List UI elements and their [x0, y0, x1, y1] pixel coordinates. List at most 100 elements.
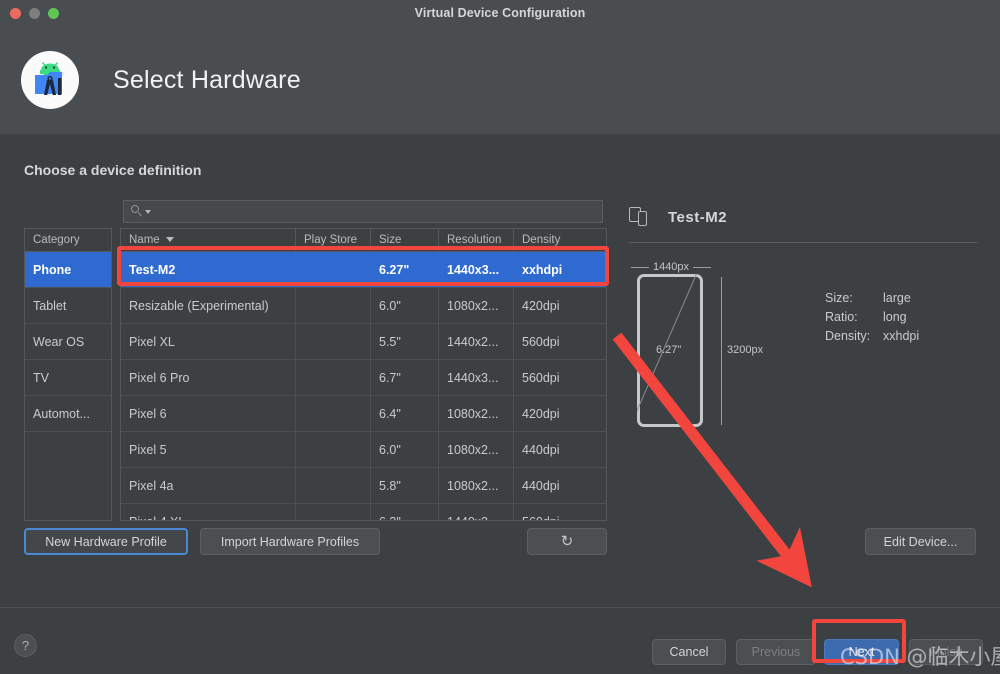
- maximize-button[interactable]: [48, 8, 59, 19]
- device-definition-table: Name Play Store Size Resolution Density …: [120, 228, 607, 521]
- close-button[interactable]: [10, 8, 21, 19]
- cell-resolution: 1440x2...: [439, 324, 514, 359]
- window-title: Virtual Device Configuration: [414, 6, 586, 20]
- category-row-wear-os[interactable]: Wear OS: [25, 324, 111, 360]
- virtual-device-configuration-window: Virtual Device Configuration Select Hard…: [0, 0, 1000, 674]
- spec-density-value: xxhdpi: [883, 329, 920, 343]
- cell-name: Test-M2: [121, 252, 296, 287]
- category-row-automotive[interactable]: Automot...: [25, 396, 111, 432]
- spec-size-key: Size:: [825, 291, 853, 305]
- width-label: 1440px: [652, 261, 690, 273]
- cell-size: 6.7": [371, 360, 439, 395]
- cell-density: 560dpi: [522, 371, 560, 385]
- search-input[interactable]: [151, 204, 602, 219]
- device-preview-pane: Test-M2 1440px 6.27" 3200px Size: large: [629, 202, 977, 497]
- wizard-header: Select Hardware: [0, 26, 1000, 134]
- cell-resolution: 1080x2...: [439, 432, 514, 467]
- device-phone-icon: [629, 207, 651, 227]
- finish-button[interactable]: Finish: [909, 639, 983, 665]
- cell-play-store: [296, 252, 371, 287]
- table-row[interactable]: Pixel 4a 5.8" 1080x2... 440dpi: [121, 468, 606, 504]
- previous-button[interactable]: Previous: [736, 639, 816, 665]
- preview-device-name: Test-M2: [668, 208, 728, 226]
- spec-ratio-key: Ratio:: [825, 310, 858, 324]
- spec-ratio: Ratio: long: [825, 308, 919, 327]
- height-dimension-line: [721, 277, 722, 425]
- cell-name: Pixel 4a: [121, 468, 296, 503]
- spec-density: Density: xxhdpi: [825, 327, 919, 346]
- cell-size: 6.3": [371, 504, 439, 520]
- cell-density: 420dpi: [522, 407, 560, 421]
- category-row-phone[interactable]: Phone: [25, 252, 111, 288]
- new-hardware-profile-button[interactable]: New Hardware Profile: [24, 528, 188, 555]
- preview-divider: [629, 242, 977, 243]
- spec-ratio-value: long: [883, 310, 907, 324]
- cell-size: 6.0": [371, 432, 439, 467]
- cell-resolution: 1080x2...: [439, 288, 514, 323]
- cell-density: 560dpi: [522, 335, 560, 349]
- category-column-header[interactable]: Category: [25, 229, 111, 252]
- cell-play-store: [296, 468, 371, 503]
- cell-name: Pixel XL: [121, 324, 296, 359]
- cell-play-store: [296, 360, 371, 395]
- cell-resolution: 1080x2...: [439, 468, 514, 503]
- cell-play-store: [296, 504, 371, 520]
- preview-header: Test-M2: [629, 202, 977, 232]
- cell-play-store: [296, 324, 371, 359]
- cell-density: 440dpi: [522, 443, 560, 457]
- table-row[interactable]: Pixel 6 Pro 6.7" 1440x3... 560dpi: [121, 360, 606, 396]
- column-label-name: Name: [129, 234, 160, 246]
- cancel-button[interactable]: Cancel: [652, 639, 726, 665]
- table-row[interactable]: Resizable (Experimental) 6.0" 1080x2... …: [121, 288, 606, 324]
- width-dimension: 1440px: [631, 261, 711, 273]
- cell-resolution: 1440x3...: [439, 504, 514, 520]
- column-header-play-store[interactable]: Play Store: [296, 229, 371, 251]
- table-row[interactable]: Pixel XL 5.5" 1440x2... 560dpi: [121, 324, 606, 360]
- spec-density-key: Density:: [825, 329, 871, 343]
- cell-name: Pixel 4 XL: [121, 504, 296, 520]
- cell-play-store: [296, 432, 371, 467]
- diagonal-label: 6.27": [656, 344, 682, 356]
- cell-play-store: [296, 396, 371, 431]
- next-button[interactable]: Next: [824, 639, 899, 665]
- spec-size: Size: large: [825, 289, 919, 308]
- cell-name: Pixel 6: [121, 396, 296, 431]
- table-row[interactable]: Pixel 6 6.4" 1080x2... 420dpi: [121, 396, 606, 432]
- help-button[interactable]: ?: [14, 634, 37, 657]
- cell-name: Resizable (Experimental): [121, 288, 296, 323]
- table-row[interactable]: Pixel 4 XL 6.3" 1440x3... 560dpi: [121, 504, 606, 520]
- search-icon: [131, 205, 144, 218]
- window-controls: [10, 8, 59, 19]
- table-row[interactable]: Pixel 5 6.0" 1080x2... 440dpi: [121, 432, 606, 468]
- question-mark-icon: ?: [21, 638, 30, 653]
- category-table: Category Phone Tablet Wear OS TV Automot…: [24, 228, 112, 521]
- device-spec-list: Size: large Ratio: long Density: xxhdpi: [825, 289, 919, 346]
- window-titlebar: Virtual Device Configuration: [0, 0, 1000, 26]
- cell-size: 6.27": [371, 252, 439, 287]
- column-header-resolution[interactable]: Resolution: [439, 229, 514, 251]
- category-row-tablet[interactable]: Tablet: [25, 288, 111, 324]
- page-title: Select Hardware: [113, 65, 301, 94]
- cell-density: xxhdpi: [522, 263, 563, 277]
- android-studio-avd-icon: [21, 51, 79, 109]
- search-box[interactable]: [123, 200, 603, 223]
- column-header-size[interactable]: Size: [371, 229, 439, 251]
- cell-size: 6.0": [371, 288, 439, 323]
- refresh-icon: ↻: [560, 533, 574, 550]
- minimize-button[interactable]: [29, 8, 40, 19]
- refresh-button[interactable]: ↻: [527, 528, 607, 555]
- category-row-tv[interactable]: TV: [25, 360, 111, 396]
- cell-play-store: [296, 288, 371, 323]
- cell-density: 420dpi: [522, 299, 560, 313]
- table-row[interactable]: Test-M2 6.27" 1440x3... xxhdpi: [121, 252, 606, 288]
- preview-diagram: 1440px 6.27" 3200px Size: large Ratio: l…: [629, 257, 977, 497]
- spec-size-value: large: [883, 291, 911, 305]
- cell-name: Pixel 6 Pro: [121, 360, 296, 395]
- cell-resolution: 1440x3...: [439, 360, 514, 395]
- column-header-name[interactable]: Name: [121, 229, 296, 251]
- cell-size: 5.8": [371, 468, 439, 503]
- import-hardware-profiles-button[interactable]: Import Hardware Profiles: [200, 528, 380, 555]
- edit-device-button[interactable]: Edit Device...: [865, 528, 976, 555]
- cell-resolution: 1080x2...: [439, 396, 514, 431]
- column-header-density[interactable]: Density: [514, 229, 606, 251]
